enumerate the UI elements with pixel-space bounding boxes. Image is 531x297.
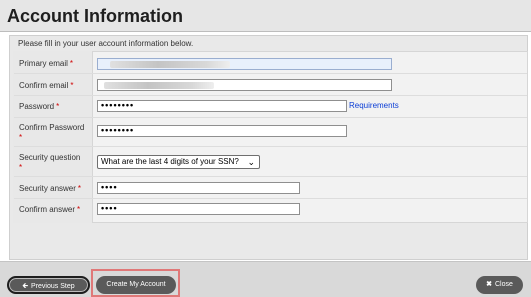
confirm-password-field[interactable]: •••••••• — [97, 125, 347, 137]
password-field[interactable]: •••••••• — [97, 100, 347, 112]
required-mark: * — [77, 205, 81, 214]
confirm-answer-label: Confirm answer * — [19, 205, 80, 215]
close-button[interactable]: ✖ Close — [476, 276, 523, 294]
required-mark: * — [69, 59, 74, 68]
security-answer-label: Security answer * — [19, 184, 81, 194]
requirements-link[interactable]: Requirements — [349, 101, 399, 110]
create-account-label: Create My Account — [106, 281, 166, 288]
close-label: Close — [494, 281, 513, 288]
confirm-password-label: Confirm Password * — [19, 123, 91, 143]
required-mark: * — [77, 184, 82, 193]
chevron-down-icon: ⌄ — [247, 157, 255, 167]
security-answer-label-text: Security answer — [19, 184, 76, 193]
row-divider — [14, 198, 527, 199]
primary-email-label: Primary email * — [19, 59, 73, 69]
row-divider — [14, 176, 527, 177]
password-label-text: Password — [19, 102, 55, 111]
arrow-left-icon: 🡰 — [22, 283, 29, 290]
security-question-select[interactable]: What are the last 4 digits of your SSN? … — [97, 155, 260, 169]
row-divider — [14, 117, 527, 118]
primary-email-field[interactable] — [97, 58, 392, 70]
required-mark: * — [19, 163, 23, 172]
header-bar: Account Information — [0, 0, 531, 32]
row-divider — [14, 95, 527, 96]
page-title: Account Information — [7, 6, 183, 26]
create-account-button[interactable]: Create My Account — [96, 276, 176, 294]
required-mark: * — [19, 133, 23, 142]
instructions-text: Please fill in your user account informa… — [18, 39, 194, 48]
redacted-value — [110, 61, 230, 68]
password-label: Password * — [19, 102, 59, 112]
previous-step-label: Previous Step — [31, 283, 75, 290]
required-mark: * — [70, 81, 74, 90]
primary-email-label-text: Primary email — [19, 59, 68, 68]
security-answer-field[interactable]: •••• — [97, 182, 300, 194]
security-question-label: Security question * — [19, 153, 91, 173]
row-divider — [14, 146, 527, 147]
redacted-value — [104, 82, 214, 89]
confirm-email-field[interactable] — [97, 79, 392, 91]
security-question-value: What are the last 4 digits of your SSN? — [101, 157, 239, 166]
row-divider — [14, 73, 527, 74]
confirm-answer-label-text: Confirm answer — [19, 205, 76, 214]
required-mark: * — [56, 102, 60, 111]
confirm-password-label-text: Confirm Password — [19, 123, 85, 132]
confirm-email-label: Confirm email * — [19, 81, 73, 91]
x-icon: ✖ — [486, 281, 492, 288]
previous-step-button[interactable]: 🡰 Previous Step — [7, 276, 90, 294]
security-question-label-text: Security question — [19, 153, 81, 162]
confirm-email-label-text: Confirm email — [19, 81, 69, 90]
confirm-answer-field[interactable]: •••• — [97, 203, 300, 215]
